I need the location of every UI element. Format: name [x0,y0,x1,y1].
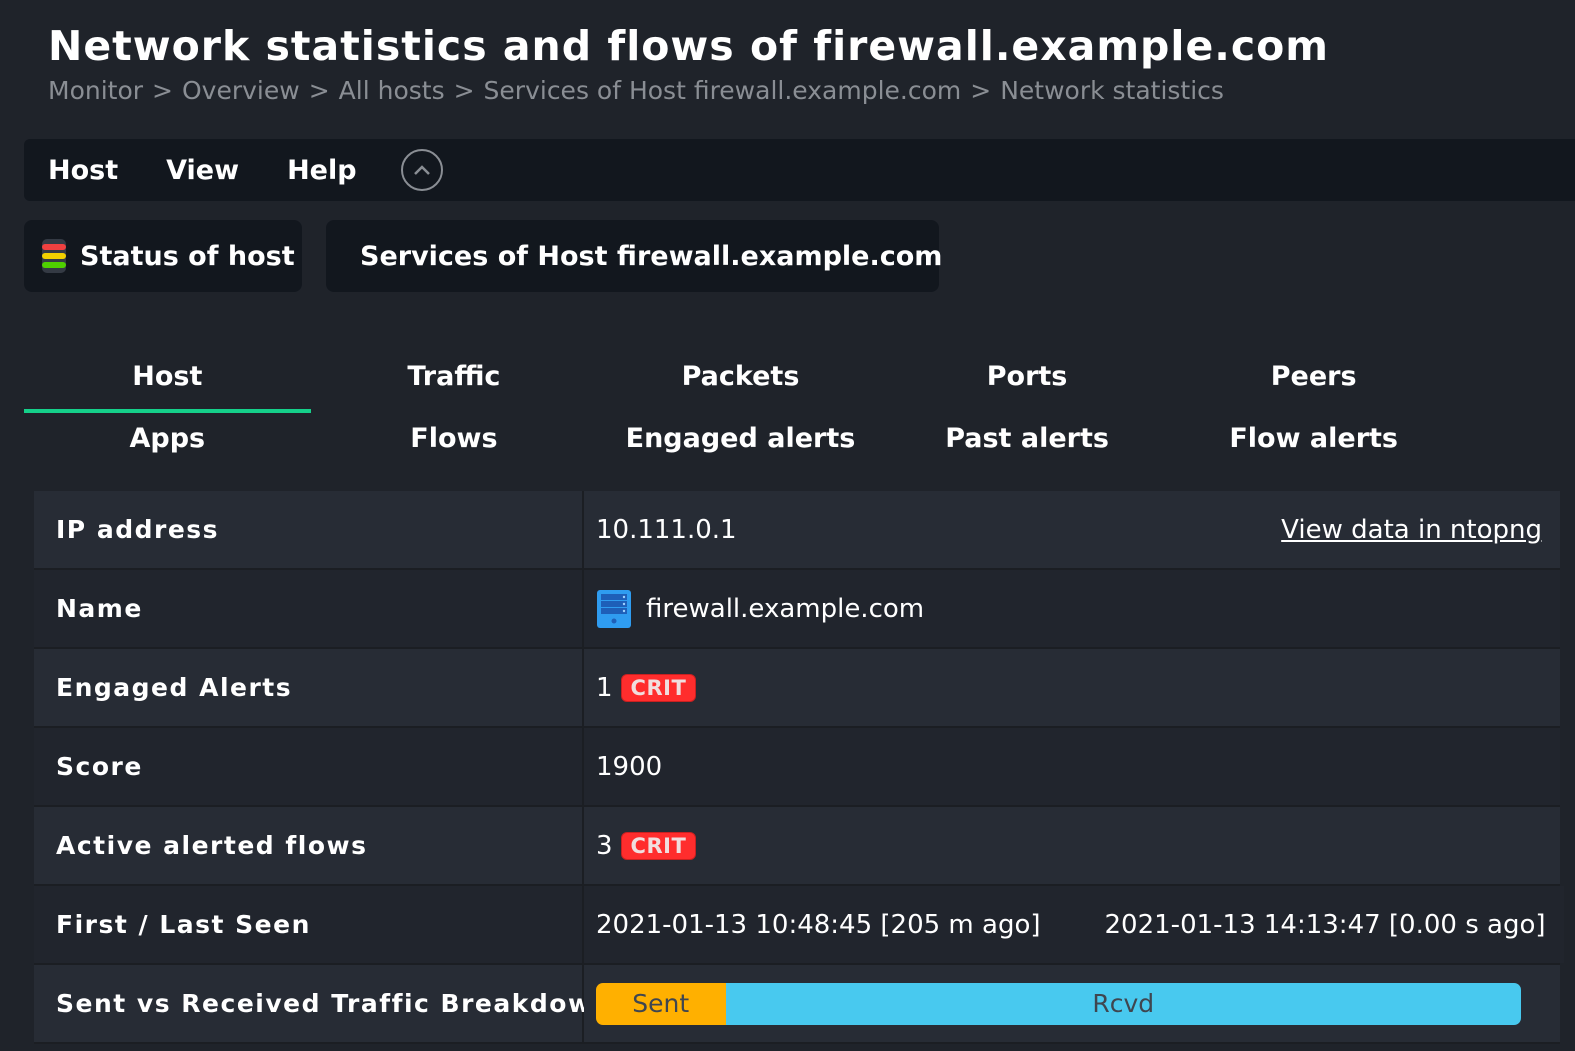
status-of-host-button[interactable]: Status of host [24,220,302,292]
page-title: Network statistics and flows of firewall… [48,22,1330,70]
breadcrumb-separator: > [453,76,475,105]
tab-flow-alerts[interactable]: Flow alerts [1170,407,1457,469]
services-of-host-button[interactable]: Services of Host firewall.example.com [326,220,943,292]
active-alerted-flows-count: 3 [596,830,613,861]
breadcrumb-separator: > [152,76,173,105]
row-value: 1900 [584,728,1560,805]
server-icon [597,589,631,628]
breadcrumb-monitor[interactable]: Monitor [48,76,143,105]
tab-packets[interactable]: Packets [597,345,884,407]
engaged-alerts-count: 1 [596,672,613,703]
table-row-traffic-breakdown: Sent vs Received Traffic Breakdown Sent … [34,965,1560,1042]
breadcrumb-all-hosts[interactable]: All hosts [339,76,445,105]
collapse-menu-button[interactable] [400,149,443,191]
menu-host[interactable]: Host [48,155,118,186]
menubar: Host View Help [24,139,1575,201]
breadcrumb-services-of-host[interactable]: Services of Host firewall.example.com [484,76,962,105]
row-label: Name [34,570,582,647]
score-value: 1900 [596,751,663,782]
tab-past-alerts[interactable]: Past alerts [884,407,1171,469]
crit-badge: CRIT [620,673,697,702]
crit-badge: CRIT [620,831,697,860]
status-of-host-label: Status of host [80,240,295,272]
table-row-score: Score 1900 [34,728,1560,805]
tab-engaged-alerts[interactable]: Engaged alerts [597,407,884,469]
host-name-value: firewall.example.com [646,593,925,624]
row-value: 10.111.0.1 View data in ntopng [584,491,1560,568]
row-value: 2021-01-13 10:48:45 [205 m ago] 2021-01-… [584,886,1564,963]
row-label: Active alerted flows [34,807,582,884]
table-row-first-last-seen: First / Last Seen 2021-01-13 10:48:45 [2… [34,886,1564,963]
chevron-up-icon [413,165,430,175]
row-value: 3 CRIT [584,807,1560,884]
tab-flows[interactable]: Flows [311,407,598,469]
table-row-name: Name firewall.example.com [34,570,1560,647]
breadcrumb-network-statistics: Network statistics [1000,76,1224,105]
breadcrumb: Monitor > Overview > All hosts > Services of H… [48,76,1224,105]
tab-host[interactable]: Host [24,345,311,413]
status-traffic-light-icon [42,239,66,273]
row-label: Sent vs Received Traffic Breakdown [34,965,610,1042]
last-seen-value: 2021-01-13 14:13:47 [0.00 s ago] [1104,909,1546,940]
tab-traffic[interactable]: Traffic [311,345,598,407]
breadcrumb-separator: > [970,76,992,105]
table-row-engaged-alerts: Engaged Alerts 1 CRIT [34,649,1560,726]
table-row-active-alerted-flows: Active alerted flows 3 CRIT [34,807,1560,884]
tab-ports[interactable]: Ports [884,345,1171,407]
breadcrumb-overview[interactable]: Overview [182,76,300,105]
rcvd-segment: Rcvd [725,982,1521,1025]
view-in-ntopng-link[interactable]: View data in ntopng [1281,515,1542,545]
menu-help[interactable]: Help [287,155,357,186]
sent-segment: Sent [596,982,726,1025]
tab-peers[interactable]: Peers [1170,345,1457,407]
row-value: firewall.example.com [584,570,1560,647]
ip-address-value: 10.111.0.1 [596,514,737,545]
row-label: Score [34,728,582,805]
traffic-breakdown-bar: Sent Rcvd [596,982,1521,1025]
services-of-host-label: Services of Host firewall.example.com [360,240,943,272]
host-details-table: IP address 10.111.0.1 View data in ntopn… [34,491,1564,1044]
breadcrumb-separator: > [308,76,330,105]
tab-bar: Host Traffic Packets Ports Peers Apps Fl… [24,345,1457,469]
table-row-ip-address: IP address 10.111.0.1 View data in ntopn… [34,491,1560,568]
menu-view[interactable]: View [166,155,239,186]
tab-apps[interactable]: Apps [24,407,311,469]
row-label: First / Last Seen [34,886,582,963]
row-value: Sent Rcvd [584,965,1560,1042]
row-label: IP address [34,491,582,568]
row-label: Engaged Alerts [34,649,582,726]
first-seen-value: 2021-01-13 10:48:45 [205 m ago] [596,909,1041,940]
row-value: 1 CRIT [584,649,1560,726]
